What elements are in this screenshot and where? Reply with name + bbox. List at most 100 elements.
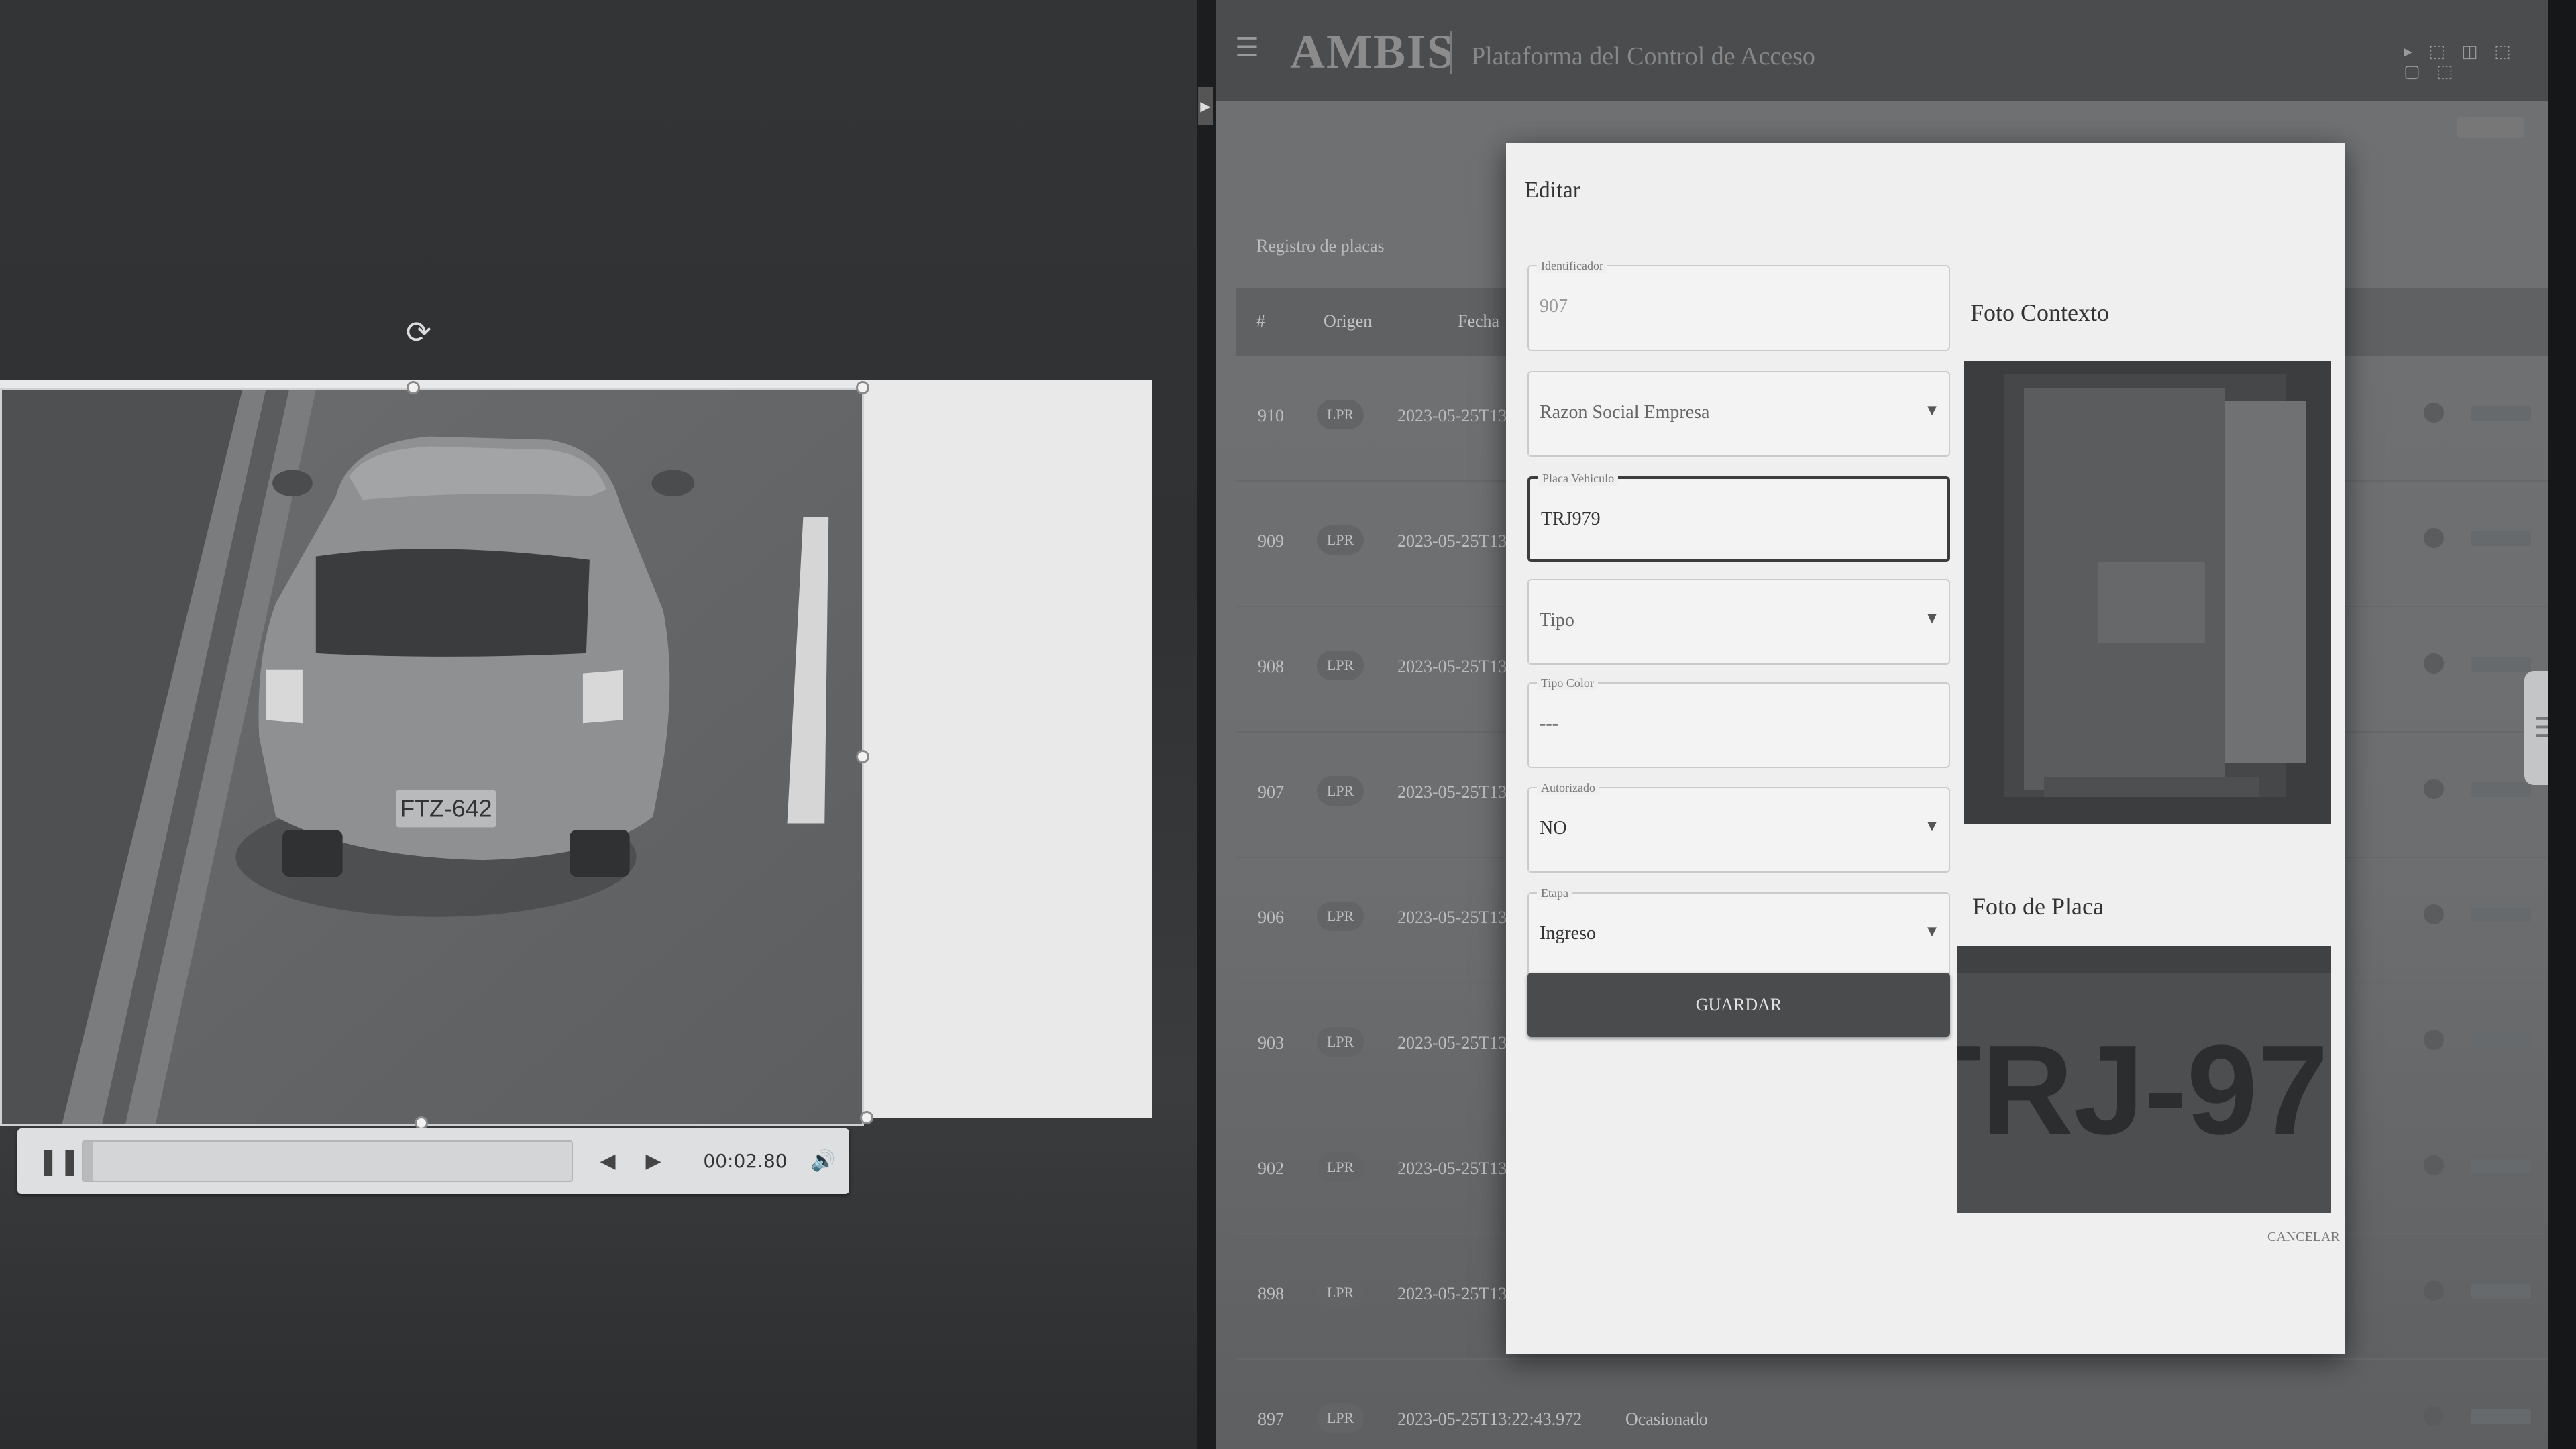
row-origin-badge: LPR: [1317, 651, 1364, 680]
car-plate-text: FTZ-642: [400, 796, 492, 822]
row-id: 909: [1258, 531, 1284, 551]
row-status-icon: [2424, 402, 2444, 423]
row-action[interactable]: [2471, 1159, 2531, 1173]
resize-handle-top[interactable]: [407, 381, 420, 394]
step-back-icon[interactable]: ◀: [593, 1146, 623, 1177]
color-field[interactable]: Tipo Color ---: [1527, 676, 1950, 768]
side-menu-toggle[interactable]: ☰: [2524, 671, 2548, 785]
chevron-down-icon: ▼: [1927, 611, 1937, 625]
row-action[interactable]: [2471, 657, 2531, 672]
video-player-controls: ❚❚ ◀ ▶ 00:02.80 🔊: [17, 1128, 849, 1194]
column-header-id: #: [1256, 311, 1265, 331]
row-action[interactable]: [2471, 1284, 2531, 1299]
authorized-select[interactable]: Autorizado NO ▼: [1527, 780, 1950, 873]
column-header-date: Fecha: [1458, 311, 1500, 331]
color-value: ---: [1540, 713, 1558, 734]
plate-photo[interactable]: TRJ-979: [1957, 946, 2331, 1213]
monitor-bezel: [2548, 0, 2576, 1449]
monitor-gap: [1197, 0, 1216, 1449]
chevron-down-icon: ▼: [1927, 819, 1937, 833]
car-video-image: FTZ-642: [2, 390, 862, 1124]
video-frame[interactable]: FTZ-642: [0, 388, 864, 1126]
cancel-button[interactable]: CANCELAR: [2267, 1230, 2340, 1245]
resize-handle-bottom-right[interactable]: [860, 1111, 873, 1124]
row-id: 898: [1258, 1284, 1284, 1303]
identifier-field: Identificador 907: [1527, 258, 1950, 351]
collapse-arrow-icon[interactable]: ▶: [1198, 87, 1213, 125]
row-id: 903: [1258, 1033, 1284, 1053]
plate-label: Placa Vehiculo: [1538, 471, 1619, 486]
context-photo-heading: Foto Contexto: [1970, 299, 2110, 326]
color-label: Tipo Color: [1537, 676, 1598, 690]
row-origin-badge: LPR: [1317, 776, 1364, 806]
row-origin-badge: LPR: [1317, 1027, 1364, 1057]
row-extra: Ocasionado: [1625, 1409, 1708, 1429]
video-editor-screen: ⟳ FTZ-642 ❚❚ ◀ ▶ 00:02.80 🔊: [0, 0, 1197, 1449]
row-origin-badge: LPR: [1317, 1403, 1364, 1433]
row-action[interactable]: [2471, 1409, 2531, 1424]
plate-photo-heading: Foto de Placa: [1972, 893, 2104, 920]
app-subtitle: Plataforma del Control de Acceso: [1471, 42, 1815, 70]
rotate-icon[interactable]: ⟳: [400, 314, 437, 350]
company-select[interactable]: Razon Social Empresa ▼: [1527, 371, 1950, 457]
app-logo: AMBIS: [1290, 25, 1456, 78]
step-forward-icon[interactable]: ▶: [639, 1146, 668, 1177]
row-origin-badge: LPR: [1317, 1278, 1364, 1307]
row-status-icon: [2424, 1030, 2444, 1050]
row-id: 897: [1258, 1409, 1284, 1429]
row-action[interactable]: [2471, 908, 2531, 922]
table-row[interactable]: 897 LPR 2023-05-25T13:22:43.972 Ocasionado: [1236, 1359, 2548, 1449]
progress-fill: [83, 1142, 93, 1181]
row-origin-badge: LPR: [1317, 525, 1364, 555]
resize-handle-right[interactable]: [856, 750, 869, 763]
user-menu[interactable]: [2457, 117, 2524, 138]
plate-photo-text: TRJ-979: [1957, 1019, 2331, 1161]
row-action[interactable]: [2471, 406, 2531, 421]
authorized-label: Autorizado: [1537, 780, 1599, 795]
chevron-down-icon: ▼: [1927, 924, 1937, 938]
volume-icon[interactable]: 🔊: [808, 1146, 839, 1177]
row-id: 902: [1258, 1159, 1284, 1178]
row-id: 907: [1258, 782, 1284, 802]
row-status-icon: [2424, 779, 2444, 799]
row-id: 906: [1258, 908, 1284, 927]
stage-value: Ingreso: [1540, 923, 1596, 944]
row-date: 2023-05-25T13:22:43.972: [1397, 1409, 1582, 1429]
type-select[interactable]: Tipo ▼: [1527, 579, 1950, 665]
header-divider: [1450, 31, 1452, 74]
row-origin-badge: LPR: [1317, 400, 1364, 429]
identifier-label: Identificador: [1537, 258, 1607, 273]
pause-icon[interactable]: ❚❚: [38, 1147, 80, 1175]
row-action[interactable]: [2471, 782, 2531, 797]
column-header-origin: Origen: [1324, 311, 1373, 331]
row-action[interactable]: [2471, 1033, 2531, 1048]
stage-label: Etapa: [1537, 885, 1572, 900]
context-photo[interactable]: [1964, 361, 2331, 824]
row-status-icon: [2424, 1155, 2444, 1175]
identifier-value: 907: [1540, 296, 1568, 317]
row-status-icon: [2424, 1281, 2444, 1301]
toolbar-icons[interactable]: ▸ ⬚ ◫ ⬚ ▢ ⬚: [2404, 42, 2548, 82]
row-origin-badge: LPR: [1317, 902, 1364, 931]
row-action[interactable]: [2471, 531, 2531, 546]
menu-icon[interactable]: ☰: [1235, 32, 1259, 63]
save-button[interactable]: GUARDAR: [1527, 973, 1950, 1037]
row-status-icon: [2424, 904, 2444, 924]
app-header: ☰ AMBIS Plataforma del Control de Acceso…: [1216, 0, 2548, 101]
authorized-value: NO: [1540, 818, 1567, 839]
row-origin-badge: LPR: [1317, 1152, 1364, 1182]
plate-value: TRJ979: [1541, 508, 1601, 529]
plate-field[interactable]: Placa Vehiculo TRJ979: [1527, 471, 1950, 562]
row-status-icon: [2424, 1406, 2444, 1426]
context-photo-image: [1964, 361, 2331, 824]
stage-select[interactable]: Etapa Ingreso ▼: [1527, 885, 1950, 978]
row-id: 908: [1258, 657, 1284, 676]
resize-handle-bottom[interactable]: [415, 1116, 428, 1130]
dialog-title: Editar: [1525, 178, 1581, 203]
row-status-icon: [2424, 528, 2444, 548]
progress-bar[interactable]: [82, 1140, 573, 1182]
chevron-down-icon: ▼: [1927, 403, 1937, 417]
edit-dialog: Editar Identificador 907 Razon Social Em…: [1506, 143, 2345, 1354]
playback-time: 00:02.80: [703, 1150, 788, 1172]
resize-handle-top-right[interactable]: [856, 381, 869, 394]
